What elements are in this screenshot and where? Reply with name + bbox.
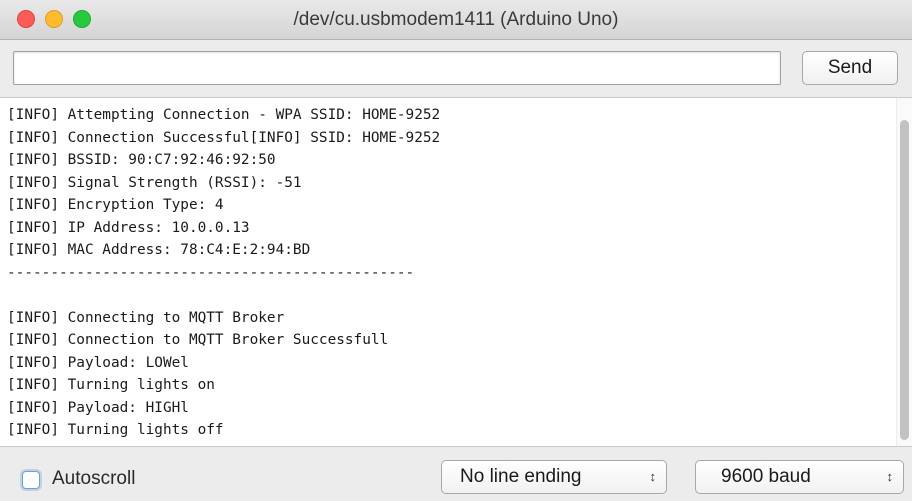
baud-rate-select[interactable]: 9600 baud ↕	[695, 460, 904, 494]
output-line: [INFO] Encryption Type: 4	[7, 197, 224, 213]
scrollbar[interactable]	[896, 98, 912, 446]
output-line: [INFO] Connection to MQTT Broker Success…	[7, 332, 389, 348]
bottom-bar: Autoscroll No line ending ↕ 9600 baud ↕	[0, 448, 912, 501]
output-line: [INFO] Attempting Connection - WPA SSID:…	[7, 107, 441, 123]
serial-monitor-window: /dev/cu.usbmodem1411 (Arduino Uno) Send …	[0, 0, 912, 501]
output-line: [INFO] Turning lights off	[7, 422, 224, 438]
output-line: [INFO] Turning lights on	[7, 377, 215, 393]
output-line: [INFO] Connecting to MQTT Broker	[7, 309, 285, 326]
serial-input[interactable]	[13, 51, 781, 85]
output-line: [INFO] Signal Strength (RSSI): -51	[7, 174, 302, 191]
output-line: ----------------------------------------…	[7, 264, 415, 281]
line-ending-value: No line ending	[460, 466, 582, 487]
updown-arrows-icon: ↕	[649, 469, 657, 484]
output-line: [INFO] MAC Address: 78:C4:E:2:94:BD	[7, 242, 311, 258]
serial-output[interactable]: [INFO] Attempting Connection - WPA SSID:…	[0, 97, 912, 447]
line-ending-select[interactable]: No line ending ↕	[441, 460, 667, 494]
output-line: [INFO] BSSID: 90:C7:92:46:92:50	[7, 152, 276, 168]
autoscroll-label[interactable]: Autoscroll	[52, 468, 135, 490]
scrollbar-thumb[interactable]	[900, 120, 909, 440]
title-bar: /dev/cu.usbmodem1411 (Arduino Uno)	[0, 0, 912, 40]
output-lines: [INFO] Attempting Connection - WPA SSID:…	[7, 104, 887, 442]
send-row: Send	[0, 40, 912, 97]
output-line: [INFO] Payload: LOWel	[7, 354, 189, 371]
output-line: [INFO] Connection Successful[INFO] SSID:…	[7, 129, 441, 146]
send-button[interactable]: Send	[802, 51, 898, 85]
baud-rate-value: 9600 baud	[721, 466, 811, 487]
autoscroll-checkbox[interactable]	[22, 471, 40, 489]
updown-arrows-icon: ↕	[886, 469, 894, 484]
output-line: [INFO] IP Address: 10.0.0.13	[7, 219, 250, 236]
window-title: /dev/cu.usbmodem1411 (Arduino Uno)	[293, 9, 619, 30]
output-line: [INFO] Payload: HIGHl	[7, 399, 189, 416]
